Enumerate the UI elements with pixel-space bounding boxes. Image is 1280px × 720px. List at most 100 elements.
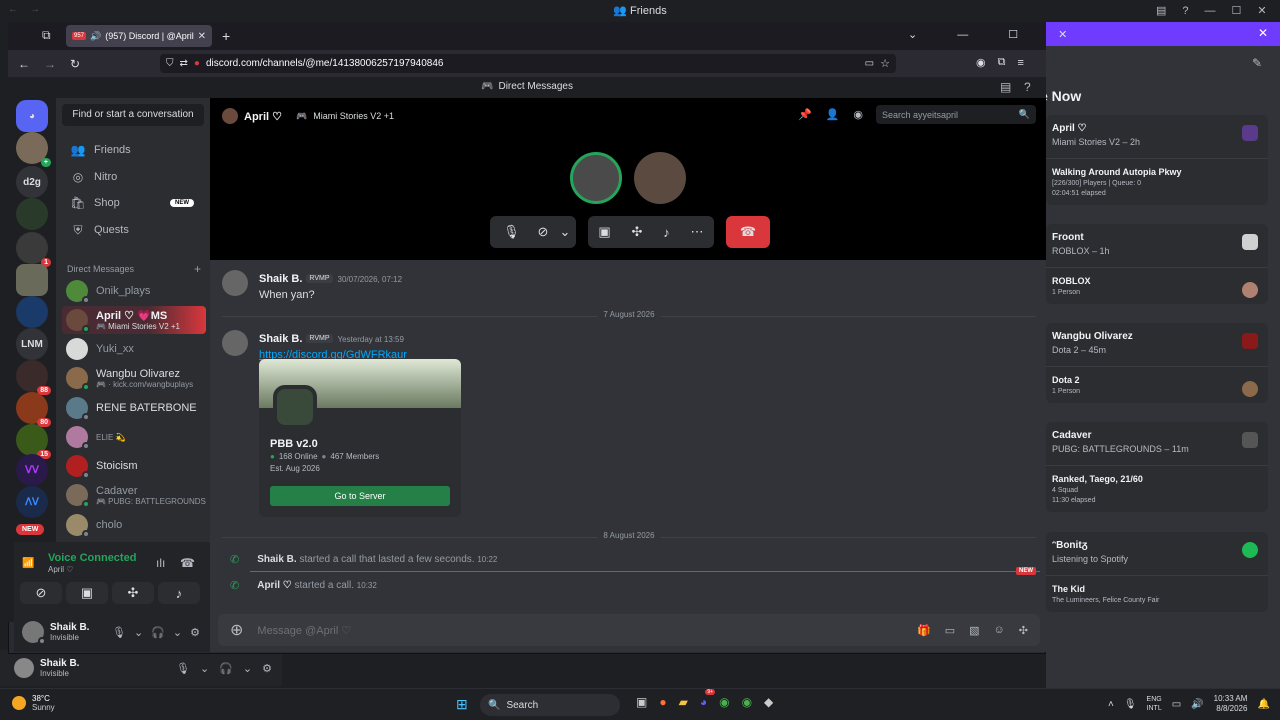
clock[interactable]: 10:33 AM 8/8/2026 <box>1214 694 1248 714</box>
apps-icon[interactable]: ✣ <box>1019 624 1028 637</box>
avatar[interactable] <box>222 330 248 356</box>
camera-control[interactable]: ⊘ ⌄ <box>532 216 576 248</box>
call-participant-avatar[interactable] <box>634 152 686 204</box>
chevron-down-icon[interactable]: ⌄ <box>173 626 182 639</box>
activities-button[interactable]: ✣ <box>112 582 154 604</box>
chevron-down-icon[interactable]: ⌄ <box>243 662 252 675</box>
server-icon[interactable]: d2g <box>16 166 48 198</box>
microphone-icon[interactable]: 🎙 <box>112 626 126 639</box>
go-to-server-button[interactable]: Go to Server <box>270 486 450 506</box>
create-dm-icon[interactable]: + <box>194 262 201 276</box>
close-icon[interactable]: ✕ <box>1058 28 1067 41</box>
activity-card[interactable]: Wangbu Olivarez Dota 2 – 45m Dota 21 Pers… <box>1046 323 1268 403</box>
new-group-icon[interactable]: ✎ <box>1252 56 1262 70</box>
gif-icon[interactable]: ▭ <box>945 624 955 637</box>
roblox-icon[interactable]: ◆ <box>764 695 773 709</box>
server-icon[interactable] <box>16 296 48 328</box>
soundboard-button[interactable]: ♪ <box>158 582 200 604</box>
dm-item[interactable]: Cadaver 🎮 PUBG: BATTLEGROUNDS <box>62 481 206 509</box>
search-input[interactable]: Search ayyeitsapril 🔍 <box>876 105 1036 124</box>
extensions-icon[interactable]: ⧉ <box>998 56 1006 69</box>
avatar[interactable] <box>14 658 34 678</box>
network-icon[interactable]: ▭ <box>1172 699 1181 710</box>
inbox-icon[interactable]: ▤ <box>1156 4 1166 17</box>
activity-card[interactable]: April ♡ Miami Stories V2 – 2h Walking Aro… <box>1046 115 1268 205</box>
reload-icon[interactable]: ↻ <box>70 57 80 71</box>
dm-item[interactable]: cholo <box>62 511 206 539</box>
headphones-icon[interactable]: 🎧 <box>219 662 233 675</box>
tab-close-icon[interactable]: ✕ <box>198 31 206 42</box>
screenshare-icon[interactable]: ▣ <box>598 224 610 240</box>
server-icon[interactable]: ᐱᐯ <box>16 486 48 518</box>
chrome-icon[interactable]: ◉ <box>719 695 729 709</box>
chevron-down-icon[interactable]: ⌄ <box>200 662 209 675</box>
menu-icon[interactable]: ≡ <box>1017 57 1023 69</box>
soundboard-icon[interactable]: ♪ <box>663 225 670 240</box>
account-icon[interactable]: ◉ <box>976 56 986 69</box>
avatar[interactable] <box>22 621 46 645</box>
gift-icon[interactable]: 🎁 <box>917 624 931 637</box>
minimize-icon[interactable]: — <box>1205 5 1216 17</box>
chevron-up-icon[interactable]: ˄ <box>1108 699 1114 710</box>
noise-suppression-icon[interactable]: ılı <box>156 556 165 570</box>
server-icon[interactable]: 80 <box>16 392 51 427</box>
shield-icon[interactable]: ⛉ <box>166 58 174 69</box>
server-icon[interactable]: 15 <box>16 424 51 459</box>
server-icon[interactable]: 88 <box>16 360 51 395</box>
server-icon[interactable] <box>16 198 48 230</box>
inbox-icon[interactable]: ▤ <box>1000 80 1011 94</box>
new-tab-icon[interactable]: + <box>222 28 230 44</box>
dm-item-active[interactable]: April ♡ 💗MS 🎮 Miami Stories V2 +1 <box>62 306 206 334</box>
headphones-icon[interactable]: 🎧 <box>151 626 165 639</box>
tab-list-icon[interactable]: ⧉ <box>42 28 51 43</box>
tab-overflow-chevron-icon[interactable]: ⌄ <box>908 28 917 41</box>
activity-card[interactable]: ᵔBonitᵹ Listening to Spotify The Kid The L… <box>1046 532 1268 612</box>
activity-card[interactable]: Cadaver PUBG: BATTLEGROUNDS – 11m Ranked,… <box>1046 422 1268 512</box>
minimize-icon[interactable]: — <box>957 29 968 41</box>
bookmark-star-icon[interactable]: ☆ <box>880 57 890 70</box>
find-conversation-button[interactable]: Find or start a conversation <box>62 104 204 126</box>
server-icon[interactable]: + <box>16 132 51 167</box>
signal-icon[interactable]: 📶 <box>22 558 34 569</box>
close-icon[interactable]: ✕ <box>1257 4 1266 17</box>
microphone-icon[interactable]: 🎙 <box>176 662 190 675</box>
nav-nitro[interactable]: ◎ Nitro <box>62 165 204 189</box>
chrome-icon[interactable]: ◉ <box>742 695 752 709</box>
server-icon[interactable]: LNM <box>16 328 48 360</box>
microphone-permission-icon[interactable]: ● <box>194 58 200 69</box>
activities-icon[interactable]: ✣ <box>632 224 643 240</box>
screenshare-button[interactable]: ▣ <box>66 582 108 604</box>
nav-friends[interactable]: 👥 Friends <box>62 138 204 162</box>
server-icon[interactable]: 1 <box>16 232 51 267</box>
profile-icon[interactable]: ◉ <box>853 108 863 121</box>
reader-view-icon[interactable]: ▭ <box>865 58 874 69</box>
dm-item[interactable]: ELIE 💫 <box>62 423 206 451</box>
notifications-icon[interactable]: 🔔 <box>1257 699 1269 710</box>
forward-icon[interactable]: → <box>44 57 56 71</box>
banner-close-icon[interactable]: ✕ <box>1258 26 1268 40</box>
file-explorer-icon[interactable]: ▰ <box>679 695 688 709</box>
maximize-icon[interactable]: ☐ <box>1008 28 1018 41</box>
activity-card[interactable]: Froont ROBLOX – 1h ROBLOX 1 Person <box>1046 224 1268 304</box>
weather-widget[interactable]: 38°C Sunny <box>12 694 55 712</box>
message-input[interactable]: ⊕ Message @April ♡ 🎁 ▭ ▧ ☺ ✣ <box>218 614 1040 646</box>
server-icon[interactable]: ᐯᐯ <box>16 454 48 486</box>
pin-icon[interactable]: 📌 <box>798 108 812 121</box>
avatar[interactable] <box>222 270 248 296</box>
camera-off-button[interactable]: ⊘ <box>20 582 62 604</box>
permissions-icon[interactable]: ⇄ <box>180 58 188 69</box>
server-icon[interactable] <box>16 264 48 296</box>
add-friends-icon[interactable]: 👤 <box>826 108 840 121</box>
url-field[interactable]: ⛉ ⇄ ● discord.com/channels/@me/141380062… <box>160 54 896 73</box>
dm-item[interactable]: Wangbu Olivarez 🎮 · kick.com/wangbuplays <box>62 364 206 392</box>
sticker-icon[interactable]: ▧ <box>969 624 979 637</box>
add-attachment-icon[interactable]: ⊕ <box>230 620 243 640</box>
forward-arrow-icon[interactable]: → <box>30 4 40 15</box>
back-arrow-icon[interactable]: ← <box>8 4 18 15</box>
microphone-icon[interactable]: 🎙 <box>1124 699 1137 710</box>
disconnect-icon[interactable]: ☎ <box>180 556 195 570</box>
taskbar-search[interactable]: 🔍 Search <box>480 694 620 716</box>
tab-discord[interactable]: 957 🔊 (957) Discord | @April ♡ ✕ <box>66 25 212 47</box>
windows-start-icon[interactable]: ⊞ <box>456 696 468 713</box>
settings-icon[interactable]: ⚙ <box>190 626 200 639</box>
